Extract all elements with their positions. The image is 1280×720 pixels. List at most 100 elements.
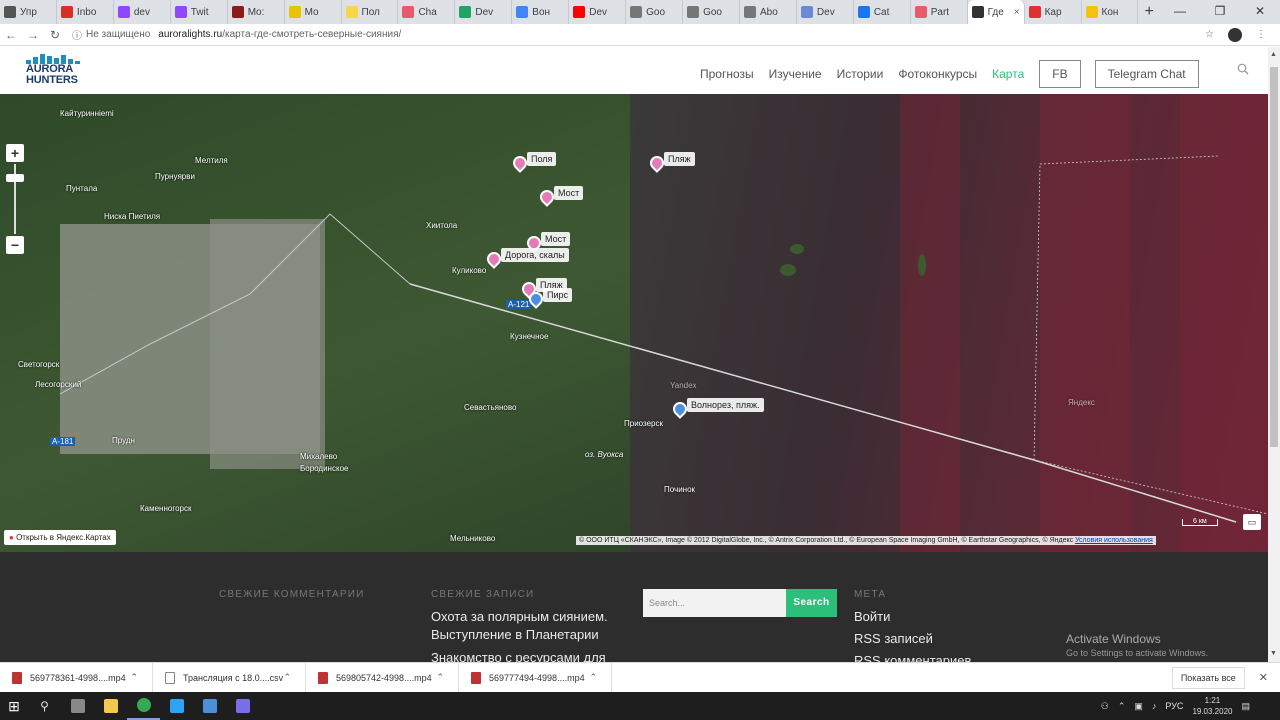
- marker-label[interactable]: Поля: [527, 152, 557, 166]
- meta-link-login[interactable]: Войти: [854, 608, 890, 626]
- browser-tab[interactable]: Где ×: [967, 0, 1025, 24]
- scroll-up-icon[interactable]: ▲: [1270, 51, 1277, 58]
- nav-item[interactable]: Прогнозы: [700, 67, 754, 81]
- marker-label[interactable]: Пляж: [664, 152, 695, 166]
- download-item[interactable]: 569805742-4998....mp4 ⌃: [306, 662, 459, 693]
- browser-tab[interactable]: Cat: [854, 0, 911, 24]
- nav-item[interactable]: Фотоконкурсы: [898, 67, 977, 81]
- address-bar[interactable]: ⓘ Не защищено auroralights.ru/карта-где-…: [72, 27, 401, 42]
- meta-link-comments-rss[interactable]: RSS комментариев: [854, 652, 971, 662]
- browser-tab[interactable]: Dev: [797, 0, 854, 24]
- map-marker[interactable]: Дорога, скалы: [484, 248, 569, 269]
- browser-tab[interactable]: dev: [114, 0, 171, 24]
- post-link[interactable]: Охота за полярным сиянием. Выступление в…: [431, 608, 631, 644]
- browser-tab[interactable]: Mo: [285, 0, 342, 24]
- browser-tab[interactable]: Goo: [683, 0, 740, 24]
- browser-tab[interactable]: Вон: [512, 0, 570, 24]
- browser-tab[interactable]: Пол: [342, 0, 399, 24]
- task-view-icon[interactable]: [61, 692, 94, 720]
- browser-tab[interactable]: Упр: [0, 0, 57, 24]
- browser-tab[interactable]: Abo: [740, 0, 797, 24]
- back-icon[interactable]: ←: [0, 28, 22, 42]
- download-item[interactable]: 569778361-4998....mp4 ⌃: [0, 662, 153, 693]
- chevron-up-icon[interactable]: ⌃: [283, 672, 291, 683]
- browser-tab[interactable]: Part: [911, 0, 968, 24]
- nav-item[interactable]: Истории: [837, 67, 884, 81]
- footer-search-button[interactable]: Search: [786, 589, 837, 617]
- marker-label[interactable]: Мост: [541, 232, 571, 246]
- people-icon[interactable]: ⚇: [1101, 701, 1109, 712]
- download-item[interactable]: 569777494-4998....mp4 ⌃: [459, 662, 612, 693]
- browser-tab[interactable]: Dev: [569, 0, 627, 24]
- network-icon[interactable]: ▣: [1134, 701, 1143, 712]
- zoom-in-button[interactable]: +: [6, 144, 24, 162]
- windows-start-icon[interactable]: ⊞: [0, 698, 28, 715]
- marker-label[interactable]: Мост: [554, 186, 584, 200]
- open-in-yandex-button[interactable]: ● Открыть в Яндекс.Картах: [4, 530, 116, 545]
- close-window-button[interactable]: ✕: [1240, 0, 1280, 24]
- browser-tab[interactable]: Mo:: [228, 0, 285, 24]
- scrollbar-thumb[interactable]: [1270, 67, 1278, 447]
- zoom-slider-thumb[interactable]: [6, 174, 24, 182]
- map-marker[interactable]: Пляж: [647, 152, 695, 173]
- reload-icon[interactable]: ↻: [44, 28, 66, 42]
- search-icon[interactable]: ⚲: [28, 692, 61, 720]
- browser-tab[interactable]: Twit: [171, 0, 228, 24]
- post-link[interactable]: Знакомство с ресурсами для: [431, 649, 631, 662]
- yandex-map[interactable]: + − Кайтуриннiemi Мелтиля Пунтала Пурнуя…: [0, 94, 1268, 552]
- nav-item[interactable]: Карта: [992, 67, 1024, 81]
- language-indicator[interactable]: РУС: [1165, 701, 1183, 711]
- marker-label[interactable]: Волнорез, пляж.: [687, 398, 764, 412]
- chevron-up-icon[interactable]: ⌃: [589, 672, 597, 683]
- map-marker[interactable]: Поля: [510, 152, 557, 173]
- page-scrollbar[interactable]: ▲ ▼: [1268, 47, 1280, 662]
- terms-link[interactable]: Условия использования: [1075, 537, 1153, 544]
- zoom-out-button[interactable]: −: [6, 236, 24, 254]
- download-item[interactable]: Трансляция с 18.0....csv ⌃: [153, 662, 306, 693]
- nav-item[interactable]: FB: [1039, 60, 1081, 88]
- photoshop-icon[interactable]: [160, 692, 193, 720]
- browser-tab[interactable]: Кон: [1082, 0, 1139, 24]
- show-all-downloads-button[interactable]: Показать все: [1171, 666, 1245, 689]
- browser-tab[interactable]: Inbo: [57, 0, 114, 24]
- scroll-down-icon[interactable]: ▼: [1270, 650, 1277, 657]
- volume-icon[interactable]: ♪: [1152, 701, 1157, 711]
- place-label: Светогорск: [18, 360, 60, 369]
- marker-label[interactable]: Дорога, скалы: [501, 248, 569, 262]
- footer-search-input[interactable]: Search...: [643, 589, 786, 617]
- forward-icon[interactable]: →: [22, 28, 44, 42]
- map-marker[interactable]: Волнорез, пляж.: [670, 398, 764, 419]
- search-icon[interactable]: [1237, 63, 1249, 75]
- menu-dots-icon[interactable]: ⋮: [1256, 29, 1266, 40]
- chevron-up-icon[interactable]: ⌃: [130, 672, 138, 683]
- browser-tab[interactable]: Cha: [398, 0, 456, 24]
- tab-close-icon[interactable]: ×: [1014, 7, 1020, 18]
- system-clock[interactable]: 1:21 19.03.2020: [1192, 695, 1232, 717]
- nav-item[interactable]: Изучение: [769, 67, 822, 81]
- map-marker[interactable]: Пирс: [526, 288, 573, 309]
- app-tool-icon[interactable]: [226, 692, 259, 720]
- chrome-icon[interactable]: [127, 692, 160, 720]
- file-explorer-icon[interactable]: [94, 692, 127, 720]
- close-icon[interactable]: ✕: [1259, 671, 1268, 684]
- meta-link-rss[interactable]: RSS записей: [854, 630, 933, 648]
- minimize-button[interactable]: —: [1160, 0, 1200, 24]
- marker-label[interactable]: Пирс: [543, 288, 573, 302]
- maximize-button[interactable]: ❐: [1200, 0, 1240, 24]
- zoom-slider[interactable]: [6, 164, 24, 234]
- browser-tab[interactable]: Dev: [455, 0, 513, 24]
- notifications-icon[interactable]: ▤: [1241, 701, 1250, 712]
- info-icon[interactable]: ⓘ: [72, 27, 82, 42]
- app-globe-icon[interactable]: [193, 692, 226, 720]
- new-tab-button[interactable]: +: [1138, 3, 1160, 21]
- chevron-up-icon[interactable]: ⌃: [436, 672, 444, 683]
- tray-chevron-icon[interactable]: ⌃: [1118, 701, 1126, 712]
- ruler-icon[interactable]: ▭: [1243, 514, 1261, 530]
- browser-tab[interactable]: Кар: [1025, 0, 1082, 24]
- map-marker[interactable]: Мост: [537, 186, 584, 207]
- browser-tab[interactable]: Goo: [626, 0, 684, 24]
- profile-avatar[interactable]: [1228, 27, 1242, 42]
- nav-item[interactable]: Telegram Chat: [1094, 60, 1199, 88]
- site-logo[interactable]: AURORA HUNTERS: [26, 54, 88, 88]
- bookmark-star-icon[interactable]: ☆: [1205, 29, 1214, 40]
